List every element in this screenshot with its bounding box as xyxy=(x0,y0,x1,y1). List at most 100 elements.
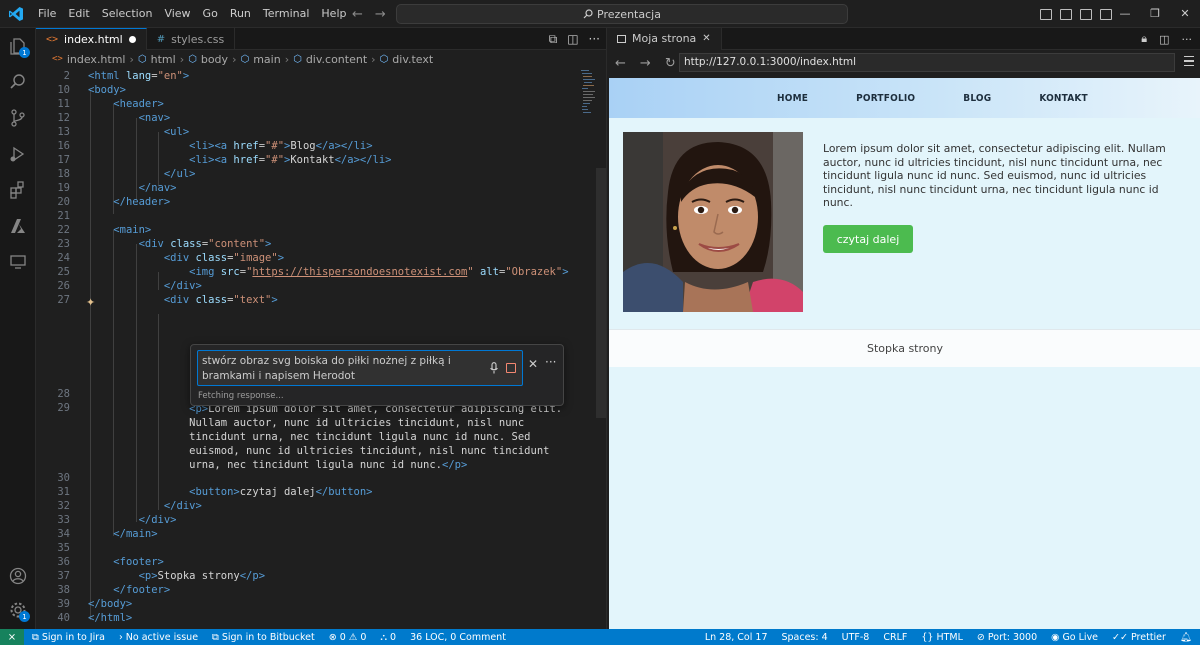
menu-selection[interactable]: Selection xyxy=(96,0,159,28)
close-window-icon[interactable]: ✕ xyxy=(1170,0,1200,28)
editor-group: <> index.html # styles.css ⧉ ◫ ··· <> in… xyxy=(36,28,606,629)
cursor-position[interactable]: Ln 28, Col 17 xyxy=(705,632,768,643)
line-number: 32 xyxy=(57,500,70,512)
site-nav-portfolio[interactable]: PORTFOLIO xyxy=(856,93,915,104)
run-debug-icon[interactable] xyxy=(0,136,36,172)
menu-file[interactable]: File xyxy=(32,0,62,28)
editor-scrollbar[interactable] xyxy=(596,68,606,629)
more-actions-icon[interactable]: ··· xyxy=(545,355,556,369)
split-editor-icon[interactable]: ◫ xyxy=(567,32,578,46)
remote-indicator-icon[interactable]: ⨯ xyxy=(0,629,24,645)
lock-icon[interactable]: 🔒︎ xyxy=(1141,32,1147,46)
site-nav-blog[interactable]: BLOG xyxy=(963,93,991,104)
chevron-right-icon: › xyxy=(129,52,134,66)
code-line: <p>Lorem ipsum dolor sit amet, consectet… xyxy=(189,403,563,471)
breadcrumb-item[interactable]: html xyxy=(151,53,176,66)
line-ending[interactable]: CRLF xyxy=(883,632,907,643)
minimap[interactable] xyxy=(581,68,595,158)
prettier-status[interactable]: ✓✓ Prettier xyxy=(1112,632,1166,643)
line-number: 31 xyxy=(57,486,70,498)
indentation[interactable]: Spaces: 4 xyxy=(781,632,827,643)
breadcrumb-item[interactable]: index.html xyxy=(67,53,126,66)
microphone-icon[interactable] xyxy=(490,362,498,374)
inline-chat-widget: stwórz obraz svg boiska do piłki nożnej … xyxy=(190,344,564,406)
manage-gear-icon[interactable]: 1 xyxy=(0,592,36,628)
tab-index-html[interactable]: <> index.html xyxy=(36,28,147,50)
toggle-primary-sidebar-icon[interactable] xyxy=(1040,8,1052,20)
status-bar-left: ⧉ Sign in to Jira › No active issue ⧉ Si… xyxy=(32,632,506,643)
code-line: <button>czytaj dalej</button> xyxy=(189,486,373,498)
menu-run[interactable]: Run xyxy=(224,0,257,28)
site-footer: Stopka strony xyxy=(609,329,1200,367)
close-icon[interactable]: ✕ xyxy=(528,357,538,371)
breadcrumb-item[interactable]: body xyxy=(201,53,228,66)
status-loc[interactable]: 36 LOC, 0 Comment xyxy=(410,632,506,643)
account-icon[interactable] xyxy=(0,558,36,594)
line-number: 37 xyxy=(57,570,70,582)
restore-icon[interactable]: ❐ xyxy=(1140,0,1170,28)
language-label: HTML xyxy=(936,631,963,643)
forward-arrow-icon[interactable]: → xyxy=(375,7,386,22)
menu-help[interactable]: Help xyxy=(315,0,352,28)
status-ports[interactable]: ⛬ 0 xyxy=(380,632,396,643)
more-actions-icon[interactable]: ··· xyxy=(589,32,600,46)
menu-terminal[interactable]: Terminal xyxy=(257,0,316,28)
line-number: 36 xyxy=(57,556,70,568)
line-number: 17 xyxy=(57,154,70,166)
notifications-bell-icon[interactable]: 🔔︎ xyxy=(1180,632,1192,643)
stop-request-icon[interactable] xyxy=(506,363,516,373)
remote-explorer-icon[interactable] xyxy=(0,244,36,280)
close-tab-icon[interactable]: ✕ xyxy=(702,33,710,44)
hamburger-menu-icon[interactable] xyxy=(1184,56,1194,66)
minimize-icon[interactable]: — xyxy=(1110,0,1140,28)
line-number: 34 xyxy=(57,528,70,540)
explorer-icon[interactable]: 1 xyxy=(0,28,36,64)
site-nav-home[interactable]: HOME xyxy=(777,93,808,104)
menu-go[interactable]: Go xyxy=(197,0,224,28)
html-file-icon: <> xyxy=(46,34,59,45)
breadcrumb: <> index.html › ⬡ html › ⬡ body › ⬡ main… xyxy=(36,50,606,68)
code-line: </main> xyxy=(113,528,158,540)
unsaved-dot-icon[interactable] xyxy=(128,36,136,43)
url-bar[interactable]: http://127.0.0.1:3000/index.html xyxy=(679,53,1175,72)
open-preview-icon[interactable]: ⧉ xyxy=(549,32,558,47)
port-label: Port: 3000 xyxy=(987,631,1038,643)
toggle-panel-icon[interactable] xyxy=(1060,8,1072,20)
status-bitbucket[interactable]: ⧉ Sign in to Bitbucket xyxy=(212,632,315,643)
split-editor-icon[interactable]: ◫ xyxy=(1159,33,1169,46)
command-center[interactable]: Prezentacja xyxy=(396,4,848,24)
extensions-icon[interactable] xyxy=(0,172,36,208)
breadcrumb-item[interactable]: div.text xyxy=(392,53,433,66)
status-problems[interactable]: ⊗ 0 ⚠ 0 xyxy=(329,632,367,643)
more-actions-icon[interactable]: ··· xyxy=(1182,33,1193,46)
browser-tab[interactable]: Moja strona ✕ xyxy=(607,27,722,50)
live-server-port[interactable]: ⊘ Port: 3000 xyxy=(977,632,1037,643)
encoding[interactable]: UTF-8 xyxy=(842,632,870,643)
menu-view[interactable]: View xyxy=(158,0,196,28)
go-live-button[interactable]: ◉ Go Live xyxy=(1051,632,1098,643)
status-issue[interactable]: › No active issue xyxy=(119,632,198,643)
browser-back-icon[interactable]: ← xyxy=(615,56,626,71)
reload-icon[interactable]: ↻ xyxy=(665,56,676,71)
breadcrumb-item[interactable]: main xyxy=(253,53,280,66)
menu-edit[interactable]: Edit xyxy=(62,0,95,28)
language-mode[interactable]: {} HTML xyxy=(921,632,963,643)
back-arrow-icon[interactable]: ← xyxy=(352,7,363,22)
search-icon[interactable] xyxy=(0,64,36,100)
inline-chat-input[interactable]: stwórz obraz svg boiska do piłki nożnej … xyxy=(197,350,523,386)
status-jira[interactable]: ⧉ Sign in to Jira xyxy=(32,632,105,643)
browser-forward-icon[interactable]: → xyxy=(640,56,651,71)
read-more-button[interactable]: czytaj dalej xyxy=(823,225,913,253)
tab-styles-css[interactable]: # styles.css xyxy=(147,28,236,50)
azure-icon[interactable] xyxy=(0,208,36,244)
line-number: 18 xyxy=(57,168,70,180)
line-number: 25 xyxy=(57,266,70,278)
sparkle-icon[interactable]: ✦ xyxy=(86,296,95,309)
site-nav-kontakt[interactable]: KONTAKT xyxy=(1039,93,1088,104)
line-number: 20 xyxy=(57,196,70,208)
source-control-icon[interactable] xyxy=(0,100,36,136)
scrollbar-thumb[interactable] xyxy=(596,168,606,418)
toggle-secondary-sidebar-icon[interactable] xyxy=(1080,8,1092,20)
inline-chat-prompt: stwórz obraz svg boiska do piłki nożnej … xyxy=(202,355,451,382)
breadcrumb-item[interactable]: div.content xyxy=(306,53,367,66)
